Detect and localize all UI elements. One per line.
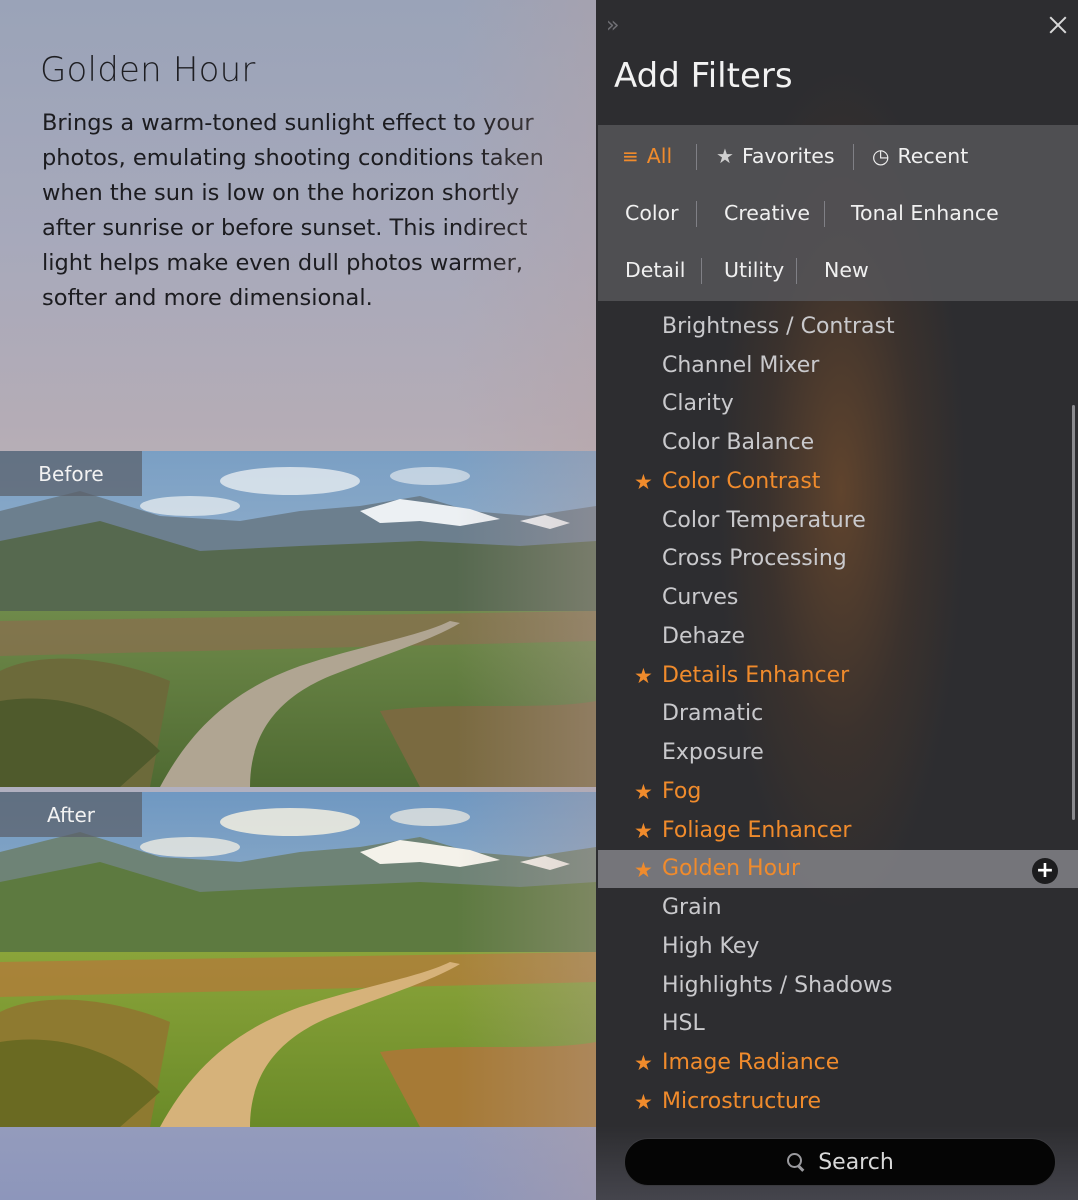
hamburger-icon: ≡ bbox=[622, 144, 639, 168]
before-photo: Before bbox=[0, 451, 596, 787]
category-separator bbox=[796, 258, 797, 284]
filter-name: Curves bbox=[662, 585, 739, 611]
filter-row-fog[interactable]: ★ Fog bbox=[596, 772, 1078, 811]
filter-name: Highlights / Shadows bbox=[662, 972, 893, 998]
filter-row-highlights-shadows[interactable]: Highlights / Shadows bbox=[596, 966, 1078, 1005]
filter-row-high-key[interactable]: High Key bbox=[596, 927, 1078, 966]
filter-name: HSL bbox=[662, 1011, 705, 1037]
filter-name: Dehaze bbox=[662, 623, 745, 649]
category-recent-label: Recent bbox=[897, 144, 969, 168]
filter-name: Clarity bbox=[662, 391, 734, 417]
filter-name: Grain bbox=[662, 895, 722, 921]
category-tonal-enhance-label: Tonal Enhance bbox=[851, 201, 999, 225]
filter-name: Fog bbox=[662, 778, 702, 804]
category-all[interactable]: ≡ All bbox=[622, 136, 672, 176]
category-creative-label: Creative bbox=[724, 201, 810, 225]
category-utility-label: Utility bbox=[724, 258, 785, 282]
filter-row-foliage-enhancer[interactable]: ★ Foliage Enhancer bbox=[596, 811, 1078, 850]
search-area: Search bbox=[596, 1126, 1078, 1200]
filter-row-exposure[interactable]: Exposure bbox=[596, 733, 1078, 772]
favorite-star-icon[interactable]: ★ bbox=[634, 781, 656, 803]
filter-name: Dramatic bbox=[662, 701, 764, 727]
search-label: Search bbox=[818, 1149, 894, 1175]
panel-title: Add Filters bbox=[614, 56, 793, 96]
filter-row-grain[interactable]: Grain bbox=[596, 888, 1078, 927]
search-icon bbox=[786, 1152, 806, 1172]
before-label: Before bbox=[0, 451, 142, 496]
star-icon: ★ bbox=[716, 144, 734, 168]
filter-name: Microstructure bbox=[662, 1088, 822, 1114]
category-creative[interactable]: Creative bbox=[724, 193, 810, 233]
filter-row-cross-processing[interactable]: Cross Processing bbox=[596, 540, 1078, 579]
filter-list-scrollbar[interactable] bbox=[1072, 405, 1075, 820]
category-color-label: Color bbox=[625, 201, 679, 225]
filter-row-details-enhancer[interactable]: ★ Details Enhancer bbox=[596, 656, 1078, 695]
filter-title: Golden Hour bbox=[40, 50, 256, 90]
add-filter-plus-icon[interactable]: + bbox=[1032, 857, 1058, 884]
double-chevron-right-icon[interactable]: » bbox=[606, 14, 630, 38]
after-label: After bbox=[0, 792, 142, 837]
after-photo: After bbox=[0, 792, 596, 1127]
filter-name: Channel Mixer bbox=[662, 352, 820, 378]
filter-row-dramatic[interactable]: Dramatic bbox=[596, 695, 1078, 734]
filter-name: Details Enhancer bbox=[662, 662, 850, 688]
category-detail-label: Detail bbox=[625, 258, 686, 282]
filter-list: Brightness / Contrast Channel Mixer Clar… bbox=[596, 307, 1078, 1121]
filter-row-color-temperature[interactable]: Color Temperature bbox=[596, 501, 1078, 540]
filter-name: Color Balance bbox=[662, 430, 815, 456]
close-icon[interactable] bbox=[1043, 10, 1073, 40]
filter-name: Foliage Enhancer bbox=[662, 817, 852, 843]
filter-row-clarity[interactable]: Clarity bbox=[596, 385, 1078, 424]
favorite-star-icon[interactable]: ★ bbox=[634, 665, 656, 687]
category-utility[interactable]: Utility bbox=[724, 250, 784, 290]
clock-icon: ◷ bbox=[872, 144, 890, 168]
filter-row-microstructure[interactable]: ★ Microstructure bbox=[596, 1082, 1078, 1121]
category-color[interactable]: Color bbox=[625, 193, 679, 233]
filter-name: High Key bbox=[662, 933, 760, 959]
category-tonal-enhance[interactable]: Tonal Enhance bbox=[851, 193, 999, 233]
category-separator bbox=[824, 201, 825, 227]
add-filters-panel: » Add Filters ≡ All ★ Favorites ◷ Recent… bbox=[596, 0, 1078, 1200]
category-separator bbox=[853, 144, 854, 170]
before-landscape-image bbox=[0, 451, 596, 787]
filter-row-curves[interactable]: Curves bbox=[596, 578, 1078, 617]
filter-row-channel-mixer[interactable]: Channel Mixer bbox=[596, 346, 1078, 385]
filter-row-image-radiance[interactable]: ★ Image Radiance bbox=[596, 1043, 1078, 1082]
filter-description: Brings a warm-toned sunlight effect to y… bbox=[42, 110, 544, 311]
category-recent[interactable]: ◷ Recent bbox=[872, 136, 968, 176]
filter-row-color-contrast[interactable]: ★ Color Contrast bbox=[596, 462, 1078, 501]
category-favorites-label: Favorites bbox=[741, 144, 835, 168]
favorite-star-icon[interactable]: ★ bbox=[634, 471, 656, 493]
category-new-label: New bbox=[824, 258, 869, 282]
category-separator bbox=[701, 258, 702, 284]
category-favorites[interactable]: ★ Favorites bbox=[716, 136, 835, 176]
category-new[interactable]: New bbox=[824, 250, 869, 290]
filter-preview-pane: Golden Hour Brings a warm-toned sunlight… bbox=[0, 0, 596, 1200]
filter-name: Golden Hour bbox=[662, 856, 801, 882]
favorite-star-icon[interactable]: ★ bbox=[634, 859, 656, 881]
filter-name: Brightness / Contrast bbox=[662, 313, 895, 339]
after-landscape-image bbox=[0, 792, 596, 1127]
filter-name: Color Temperature bbox=[662, 507, 866, 533]
favorite-star-icon[interactable]: ★ bbox=[634, 1052, 656, 1074]
category-separator bbox=[696, 144, 697, 170]
filter-row-dehaze[interactable]: Dehaze bbox=[596, 617, 1078, 656]
filter-name: Color Contrast bbox=[662, 468, 821, 494]
favorite-star-icon[interactable]: ★ bbox=[634, 820, 656, 842]
filter-row-hsl[interactable]: HSL bbox=[596, 1005, 1078, 1044]
favorite-star-icon[interactable]: ★ bbox=[634, 1091, 656, 1113]
search-button[interactable]: Search bbox=[624, 1138, 1056, 1186]
filter-name: Cross Processing bbox=[662, 546, 847, 572]
filter-row-color-balance[interactable]: Color Balance bbox=[596, 423, 1078, 462]
filter-row-golden-hour[interactable]: ★ Golden Hour + bbox=[598, 849, 1078, 889]
filter-name: Image Radiance bbox=[662, 1050, 840, 1076]
category-detail[interactable]: Detail bbox=[625, 250, 685, 290]
category-all-label: All bbox=[646, 144, 673, 168]
filter-row-brightness-contrast[interactable]: Brightness / Contrast bbox=[596, 307, 1078, 346]
category-separator bbox=[696, 201, 697, 227]
filter-name: Exposure bbox=[662, 740, 764, 766]
